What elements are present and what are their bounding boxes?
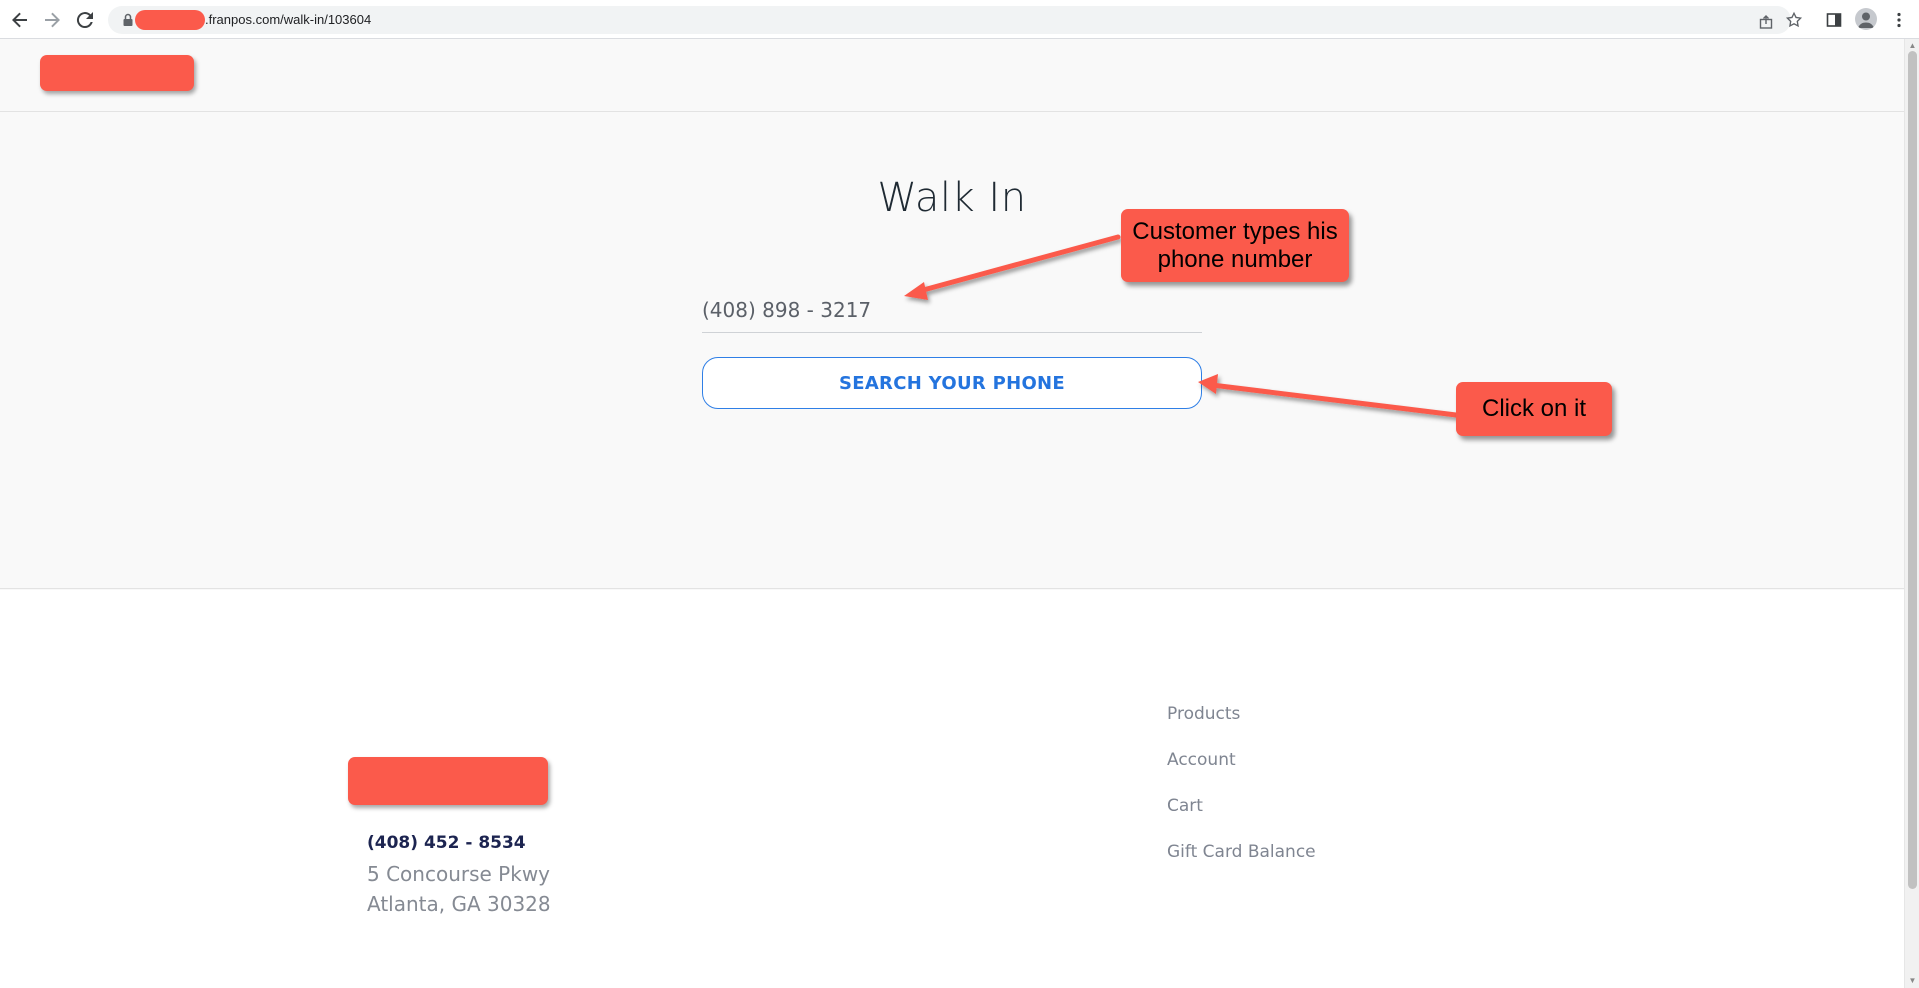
site-header xyxy=(0,39,1904,112)
footer-address-line1: 5 Concourse Pkwy xyxy=(367,862,551,886)
reload-icon[interactable] xyxy=(73,8,97,32)
star-icon[interactable] xyxy=(1782,8,1806,32)
profile-icon[interactable] xyxy=(1855,8,1877,30)
redacted-site-logo[interactable] xyxy=(40,55,194,91)
redacted-domain xyxy=(135,10,205,30)
walk-in-section: Walk In SEARCH YOUR PHONE xyxy=(0,113,1904,589)
redacted-footer-logo xyxy=(348,757,548,805)
site-footer: (408) 452 - 8534 5 Concourse Pkwy Atlant… xyxy=(0,590,1904,988)
url-text: .franpos.com/walk-in/103604 xyxy=(205,12,372,27)
scrollbar-thumb[interactable] xyxy=(1908,51,1917,889)
menu-icon[interactable] xyxy=(1887,8,1911,32)
phone-input[interactable] xyxy=(702,288,1202,333)
lock-icon xyxy=(120,12,136,28)
back-arrow-icon[interactable] xyxy=(8,8,32,32)
footer-link-gift-card-balance[interactable]: Gift Card Balance xyxy=(1167,842,1316,862)
browser-toolbar: .franpos.com/walk-in/103604 xyxy=(0,0,1919,39)
address-bar[interactable]: .franpos.com/walk-in/103604 xyxy=(108,6,1791,34)
page-viewport: Walk In SEARCH YOUR PHONE (408) 452 - 85… xyxy=(0,39,1904,988)
callout-click: Click on it xyxy=(1456,382,1612,436)
share-icon[interactable] xyxy=(1758,14,1774,30)
footer-link-cart[interactable]: Cart xyxy=(1167,796,1203,816)
footer-phone: (408) 452 - 8534 xyxy=(367,833,526,853)
footer-link-account[interactable]: Account xyxy=(1167,750,1236,770)
footer-link-products[interactable]: Products xyxy=(1167,704,1240,724)
scroll-up-arrow-icon[interactable]: ▲ xyxy=(1908,41,1917,50)
forward-arrow-icon[interactable] xyxy=(40,8,64,32)
footer-address-line2: Atlanta, GA 30328 xyxy=(367,892,551,916)
side-panel-icon[interactable] xyxy=(1822,8,1846,32)
callout-phone: Customer types his phone number xyxy=(1121,209,1349,282)
search-phone-button[interactable]: SEARCH YOUR PHONE xyxy=(702,357,1202,409)
page-title: Walk In xyxy=(877,175,1027,221)
scroll-down-arrow-icon[interactable]: ▼ xyxy=(1908,976,1917,985)
vertical-scrollbar[interactable]: ▲ ▼ xyxy=(1904,39,1919,988)
